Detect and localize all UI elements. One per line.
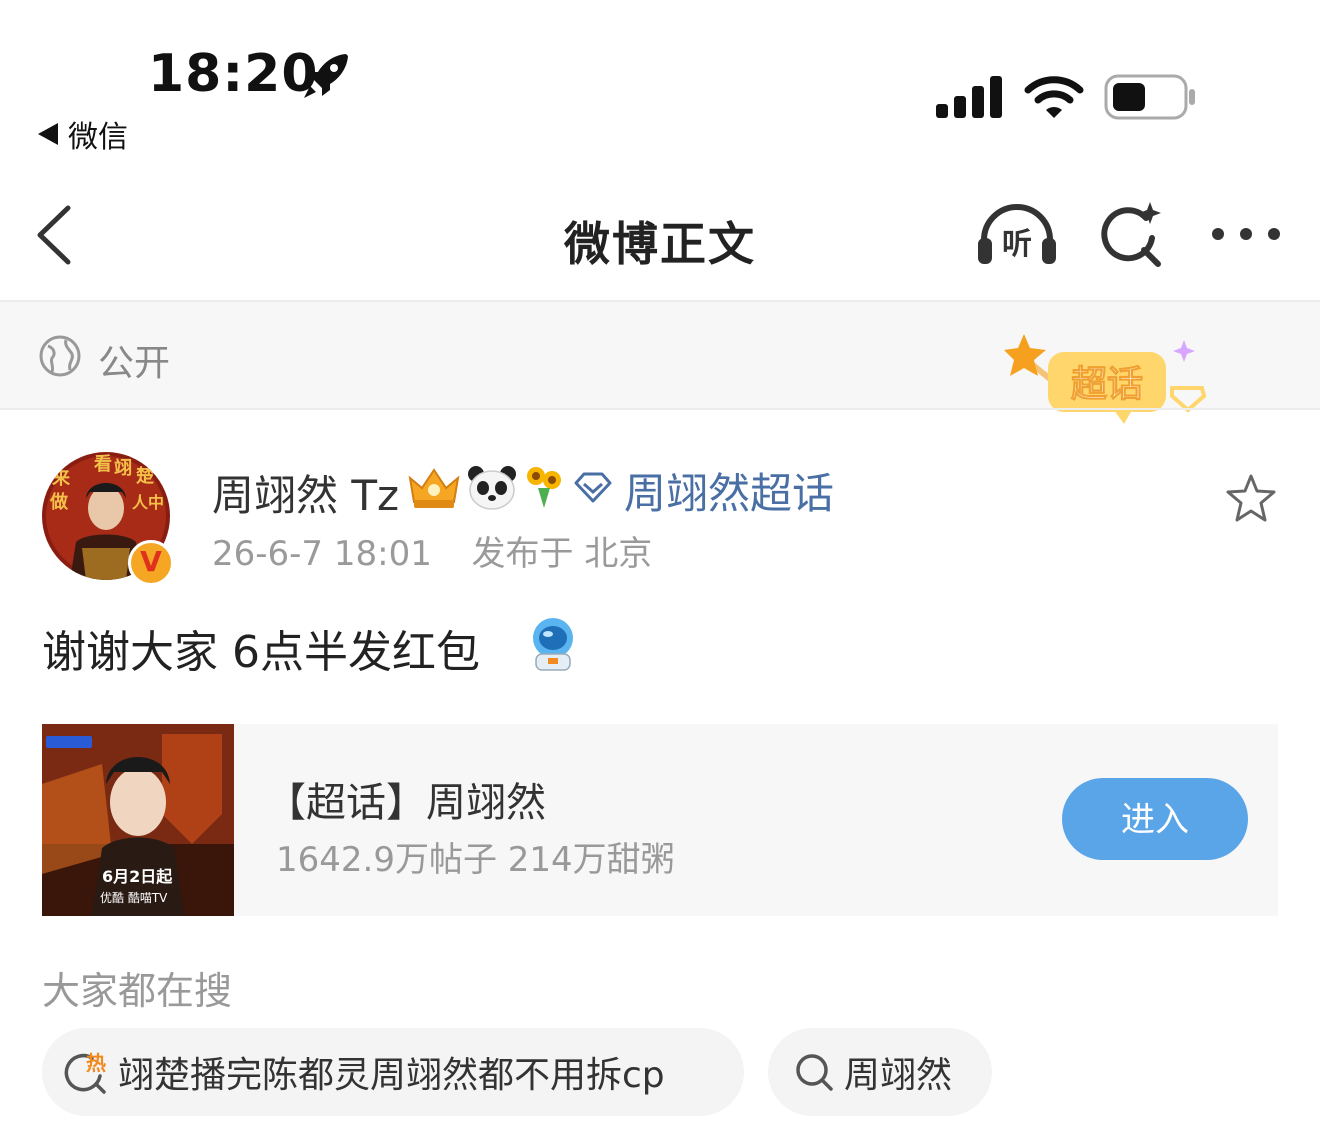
- diamond-topic-icon: [574, 472, 612, 503]
- post-location: 发布于 北京: [471, 534, 653, 574]
- rocket-icon: [304, 54, 348, 98]
- avatar-char: 做: [49, 491, 69, 513]
- visibility-divider: [0, 408, 1320, 410]
- chaohua-badge[interactable]: 超话: [1004, 330, 1214, 426]
- avatar-char: 楚: [136, 465, 154, 487]
- topic-card-title: 【超话】周翊然: [266, 780, 546, 826]
- verified-badge: V: [128, 540, 174, 586]
- visibility-label: 公开: [98, 343, 171, 384]
- search-chip-label: 周翊然: [844, 1055, 953, 1096]
- enter-topic-button[interactable]: 进入: [1062, 778, 1248, 860]
- favorite-star-icon[interactable]: [1224, 472, 1278, 524]
- search-chip[interactable]: 周翊然: [768, 1028, 992, 1116]
- globe-icon: [39, 335, 81, 377]
- avatar-char: 来: [51, 468, 71, 489]
- wifi-icon: [1024, 76, 1084, 118]
- search-chip-label: 翊楚播完陈都灵周翊然都不用拆cp: [118, 1055, 665, 1096]
- super-topic-link[interactable]: 周翊然超话: [624, 460, 834, 521]
- chaohua-badge-text: 超话: [1071, 364, 1143, 405]
- battery-icon: [1104, 74, 1195, 120]
- more-options-icon[interactable]: [1206, 216, 1286, 252]
- poster-date: 6月2日起: [102, 867, 173, 886]
- listen-headphones-icon[interactable]: 听: [974, 200, 1060, 270]
- avatar-char: 翊: [114, 457, 132, 479]
- post-meta: 26-6-7 18:01 发布于 北京: [212, 526, 652, 575]
- topic-poster-image: 6月2日起 优酷 酷喵TV: [42, 724, 234, 916]
- back-app-label: 微信: [68, 120, 128, 155]
- ai-search-icon[interactable]: [1096, 200, 1166, 270]
- status-time: 18:20: [148, 44, 319, 104]
- back-to-wechat-button[interactable]: 微信: [38, 112, 128, 156]
- sunflower-bouquet-icon: [527, 467, 561, 508]
- listen-icon-text: 听: [1002, 227, 1032, 262]
- topic-card-stats: 1642.9万帖子 214万甜粥: [276, 840, 675, 880]
- hot-search-icon: 热: [64, 1051, 106, 1094]
- avatar-char: 中: [148, 493, 164, 512]
- back-triangle-icon: [38, 123, 58, 145]
- hot-icon-text: 热: [86, 1051, 106, 1075]
- poster-platforms: 优酷 酷喵TV: [100, 891, 168, 905]
- panda-icon: [468, 466, 516, 510]
- trending-search-heading: 大家都在搜: [42, 969, 233, 1013]
- author-name[interactable]: 周翊然 Tz: [212, 462, 399, 523]
- search-icon: [796, 1054, 833, 1091]
- post-timestamp: 26-6-7 18:01: [212, 534, 432, 574]
- avatar-char: 人: [132, 493, 149, 512]
- cellular-signal-icon: [936, 76, 1002, 118]
- astronaut-emoji-icon: [533, 618, 573, 671]
- search-chip[interactable]: 热 翊楚播完陈都灵周翊然都不用拆cp: [42, 1028, 744, 1116]
- crown-badge-icon: [408, 468, 460, 508]
- avatar-char: 看: [93, 453, 112, 475]
- post-text: 谢谢大家 6点半发红包: [42, 627, 480, 678]
